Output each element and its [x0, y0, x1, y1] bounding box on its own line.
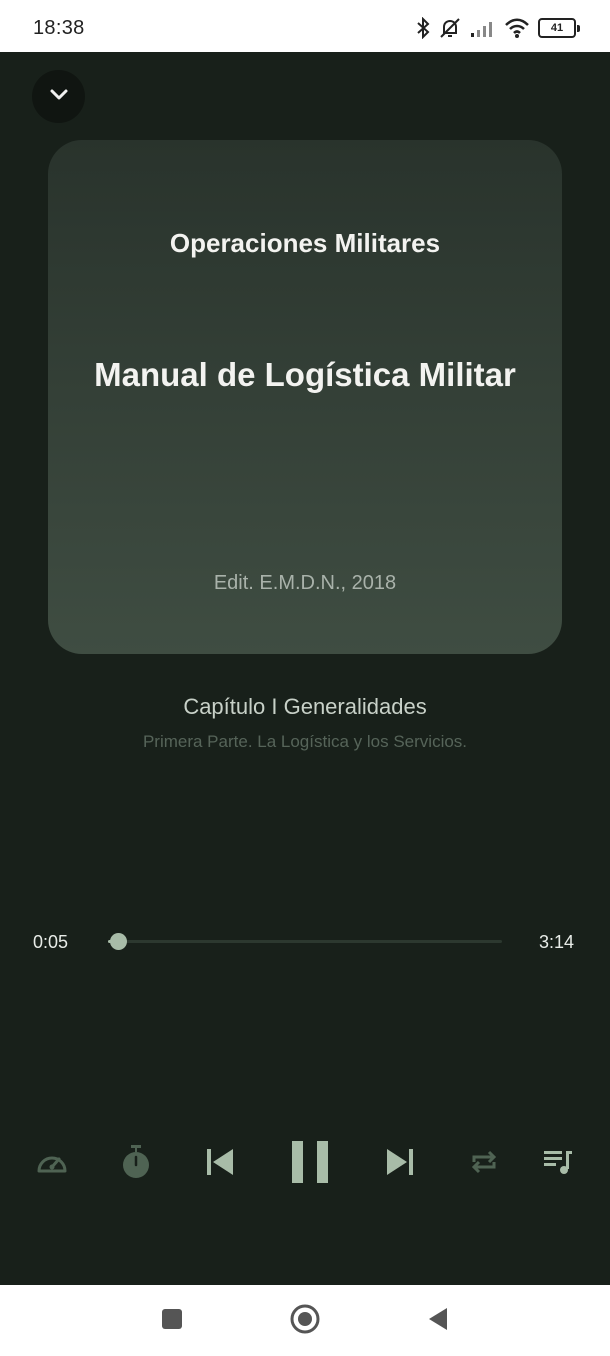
chapter-title: Capítulo I Generalidades	[183, 694, 427, 719]
battery-level: 41	[538, 18, 576, 38]
progress-thumb[interactable]	[110, 933, 128, 950]
playback-speed-button[interactable]	[28, 1140, 76, 1188]
cover-edition: Edit. E.M.D.N., 2018	[213, 572, 397, 594]
part-title: Primera Parte. La Logística y los Servic…	[142, 732, 468, 751]
progress-slider[interactable]	[108, 933, 502, 950]
repeat-button[interactable]	[460, 1140, 508, 1188]
home-icon	[289, 1303, 321, 1340]
total-duration: 3:14	[538, 932, 574, 952]
signal-icon	[470, 18, 496, 38]
next-icon	[384, 1146, 416, 1183]
system-nav-bar	[0, 1285, 610, 1356]
chevron-down-icon	[47, 82, 71, 111]
muted-bell-icon	[438, 16, 462, 40]
sleep-timer-button[interactable]	[112, 1140, 160, 1188]
audio-player: Operaciones Militares Manual de Logístic…	[0, 52, 610, 1285]
back-button[interactable]	[422, 1305, 454, 1337]
wifi-icon	[504, 17, 530, 39]
status-time: 18:38	[33, 17, 85, 39]
collapse-button[interactable]	[32, 70, 85, 123]
cover-series: Operaciones Militares	[169, 228, 441, 258]
status-bar: 18:38 41	[0, 0, 610, 52]
battery-icon: 41	[538, 18, 580, 38]
repeat-icon	[469, 1147, 499, 1182]
bluetooth-icon	[416, 17, 430, 39]
home-button[interactable]	[289, 1303, 321, 1340]
playlist-button[interactable]	[534, 1140, 582, 1188]
next-button[interactable]	[376, 1140, 424, 1188]
cover-title: Manual de Logística Militar	[94, 356, 516, 393]
previous-button[interactable]	[196, 1140, 244, 1188]
sleep-timer-icon	[120, 1144, 152, 1185]
recents-button[interactable]	[156, 1305, 188, 1337]
recents-icon	[160, 1307, 184, 1336]
elapsed-time: 0:05	[33, 932, 69, 952]
pause-icon	[290, 1139, 330, 1190]
playlist-icon	[542, 1147, 574, 1182]
book-cover: Operaciones Militares Manual de Logístic…	[48, 140, 562, 654]
playback-controls	[0, 1140, 610, 1188]
previous-icon	[204, 1146, 236, 1183]
speed-icon	[35, 1147, 69, 1182]
back-icon	[426, 1306, 450, 1337]
pause-button[interactable]	[286, 1140, 334, 1188]
